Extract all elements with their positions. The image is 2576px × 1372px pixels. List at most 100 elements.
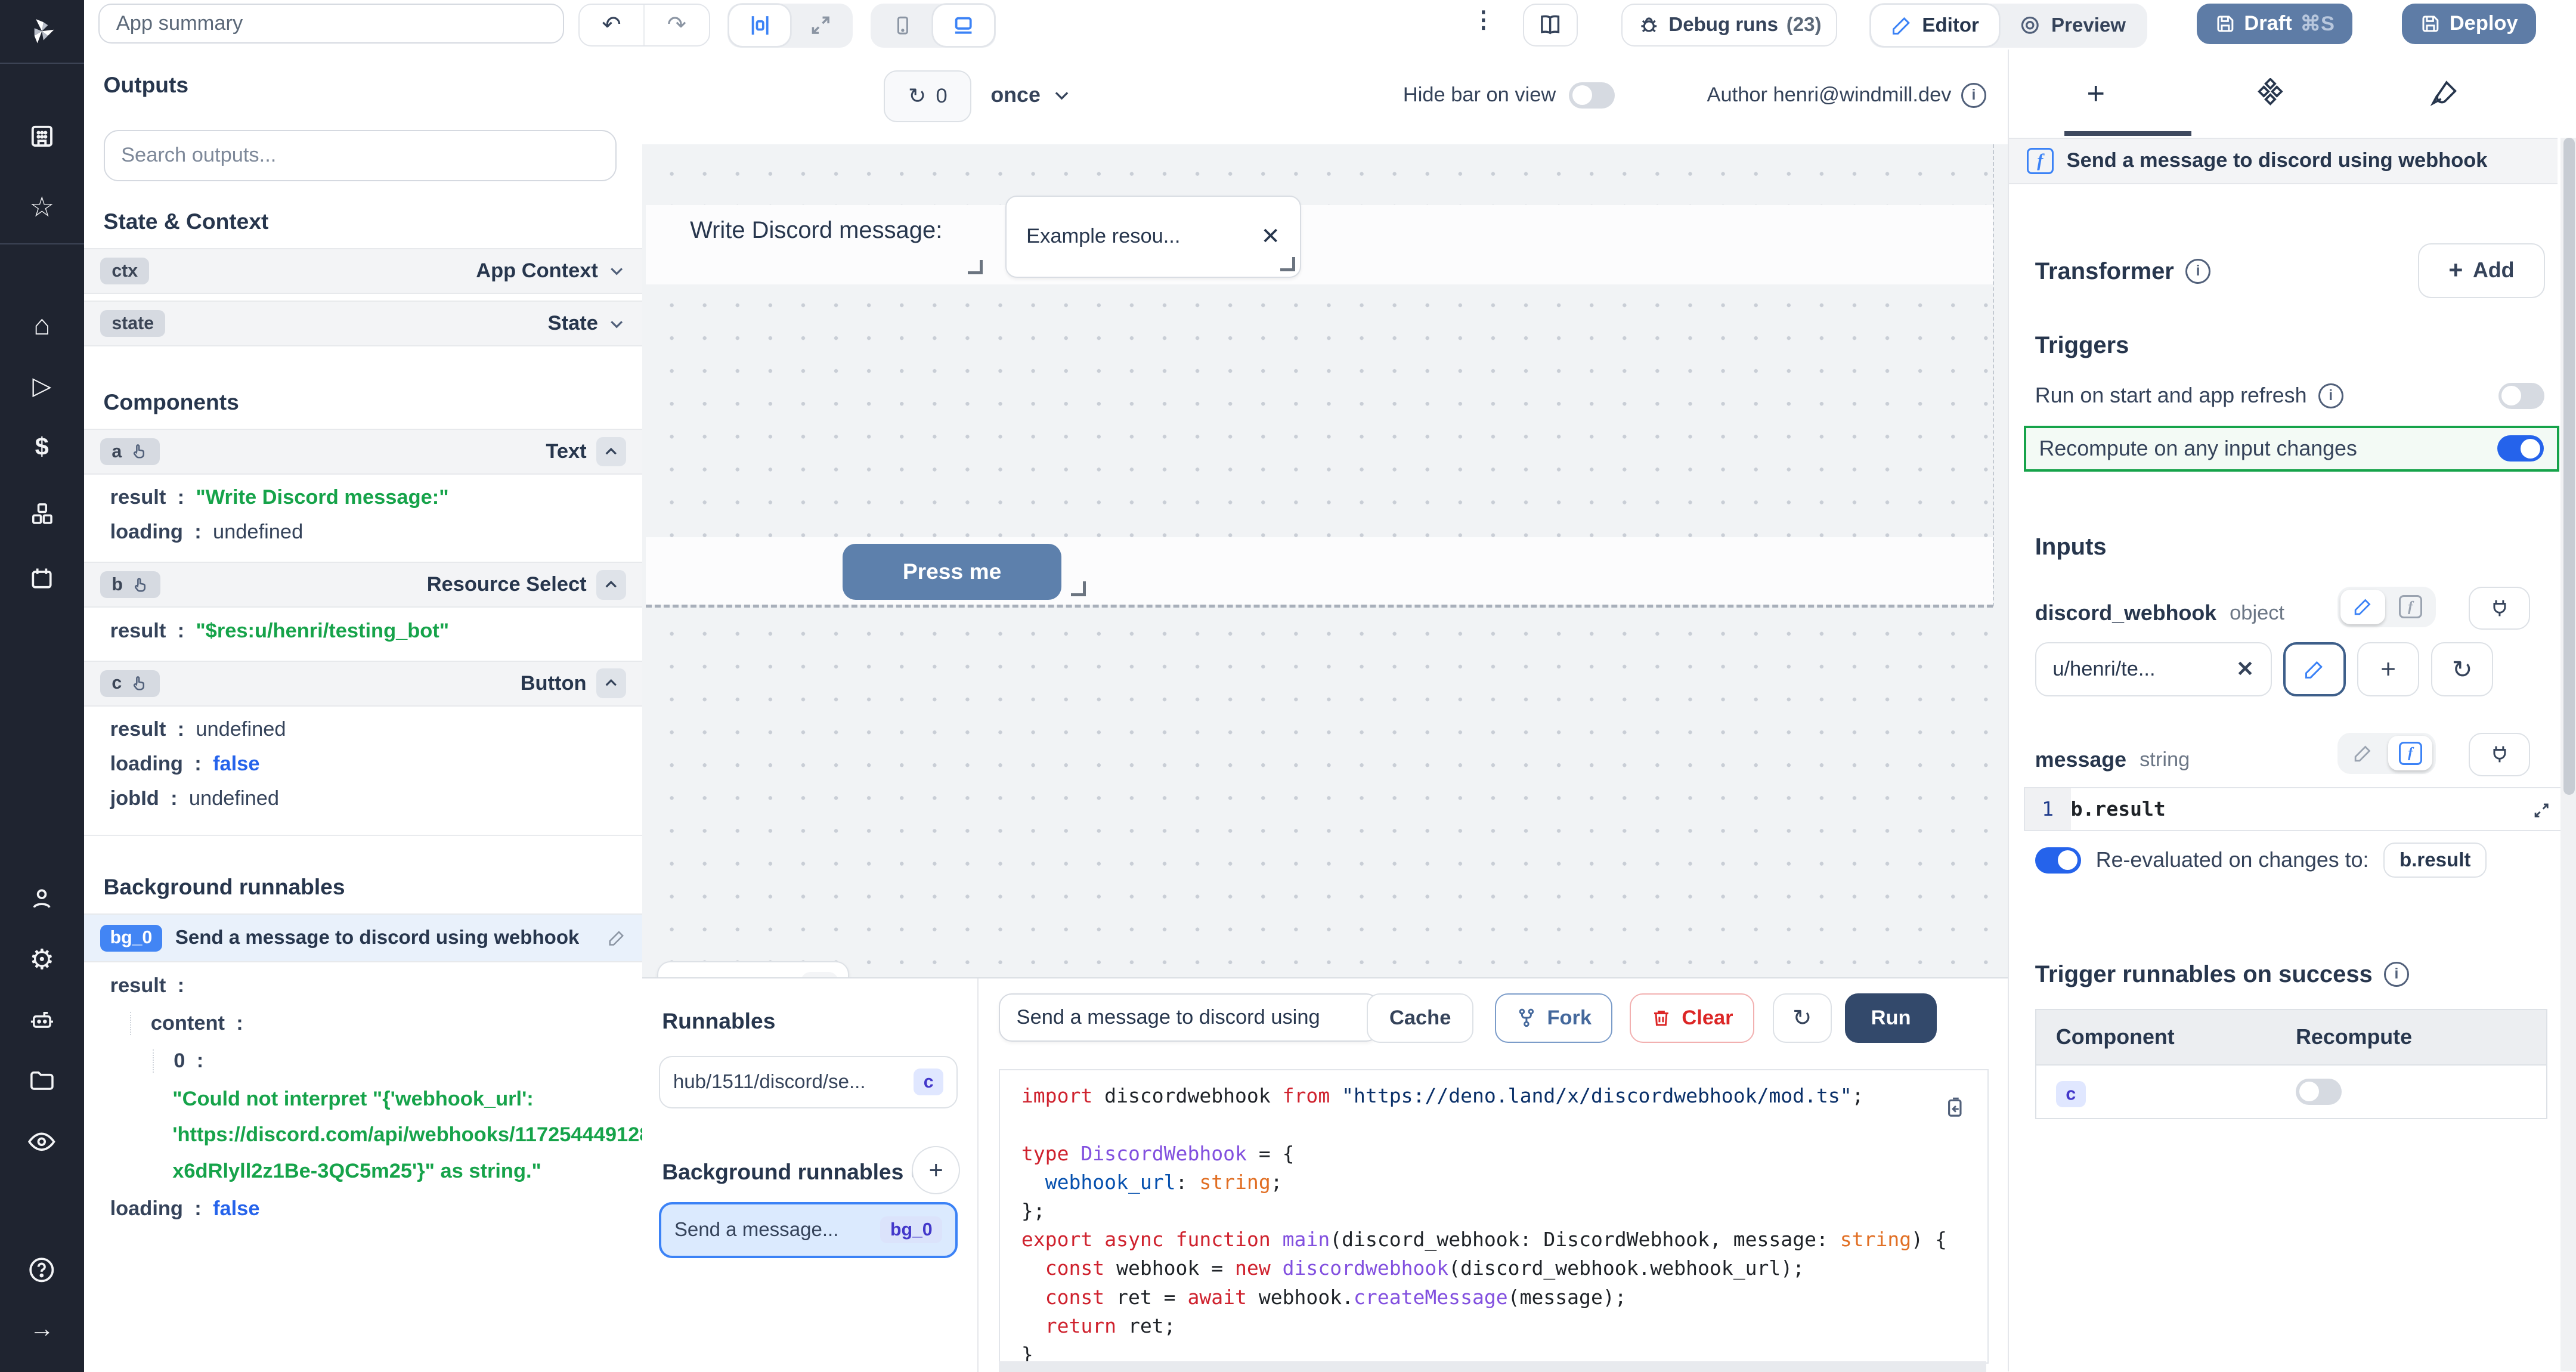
right-scrollbar-track[interactable]	[2560, 138, 2576, 1371]
editor-preview-tabs: Editor Preview	[1869, 4, 2147, 48]
recompute-toggle[interactable]	[2497, 435, 2543, 462]
draft-button[interactable]: Draft⌘S	[2197, 4, 2353, 45]
resize-handle[interactable]	[1280, 257, 1295, 271]
resize-handle[interactable]	[1071, 581, 1085, 596]
settings-gear-icon[interactable]: ⚙	[0, 938, 84, 981]
tab-settings-active[interactable]	[2183, 78, 2357, 109]
run-button[interactable]: Run	[1845, 993, 1937, 1043]
mobile-view-button[interactable]	[872, 5, 933, 46]
schedules-calendar-icon[interactable]	[0, 557, 84, 600]
recompute-c-toggle[interactable]	[2296, 1079, 2342, 1105]
collapse-arrow-icon[interactable]: →	[0, 1308, 84, 1351]
refresh-count-button[interactable]: ↻0	[884, 70, 971, 122]
add-resource-button[interactable]: +	[2357, 642, 2420, 696]
collapse-chevron-up[interactable]	[596, 437, 626, 467]
resources-cubes-icon[interactable]	[0, 493, 84, 536]
help-question-icon[interactable]	[0, 1249, 84, 1292]
tab-styling[interactable]	[2357, 79, 2531, 109]
inputs-title: Inputs	[2035, 534, 2107, 560]
folders-icon[interactable]	[0, 1060, 84, 1102]
search-outputs-input[interactable]: Search outputs...	[104, 130, 617, 182]
info-icon[interactable]: i	[1961, 83, 1986, 108]
code-editor[interactable]: import discordwebhook from "https://deno…	[999, 1069, 1989, 1364]
resize-handle[interactable]	[968, 260, 982, 274]
runnable-name-input[interactable]: Send a message to discord using	[999, 993, 1379, 1042]
undo-button[interactable]: ↶	[580, 5, 645, 46]
component-row-b[interactable]: b Resource Select	[84, 562, 643, 608]
collapse-chevron-up[interactable]	[596, 668, 626, 698]
tab-preview[interactable]: Preview	[1999, 5, 2145, 46]
deploy-button[interactable]: Deploy	[2402, 4, 2536, 45]
reevaluated-dep-chip[interactable]: b.result	[2383, 843, 2487, 878]
info-icon[interactable]: i	[2318, 383, 2343, 408]
workspace-icon[interactable]	[0, 115, 84, 158]
center-layout-button[interactable]	[729, 5, 790, 46]
edit-pencil-icon[interactable]	[608, 929, 626, 947]
connect-plug-icon[interactable]	[2469, 587, 2530, 630]
resource-picker[interactable]: u/henri/te... ✕	[2035, 642, 2272, 696]
variables-dollar-icon[interactable]: $	[0, 426, 84, 469]
press-me-button[interactable]: Press me	[843, 544, 1061, 600]
clear-button[interactable]: Clear	[1630, 993, 1754, 1043]
connect-plug-icon[interactable]	[2469, 733, 2530, 776]
bg0-result-kv: result:	[110, 974, 196, 998]
clear-x-icon[interactable]: ✕	[2236, 657, 2254, 682]
home-icon[interactable]: ⌂	[0, 304, 84, 347]
desktop-view-button[interactable]	[933, 5, 994, 46]
tab-insert[interactable]: +	[2009, 76, 2183, 112]
eval-mode-f-icon[interactable]: f	[2388, 736, 2432, 770]
message-expr-editor[interactable]: 1 b.result	[2024, 787, 2563, 831]
kebab-menu-icon[interactable]: ⋮	[1472, 7, 1496, 33]
fullscreen-button[interactable]	[790, 5, 851, 46]
discord-webhook-label: discord_webhook object	[2035, 601, 2284, 625]
info-icon[interactable]: i	[2185, 259, 2210, 284]
zoom-in-button[interactable]: +	[801, 972, 838, 978]
static-mode-pencil-icon[interactable]	[2340, 590, 2385, 624]
runnable-item-c[interactable]: hub/1511/discord/se... c	[659, 1056, 958, 1108]
expand-editor-icon[interactable]	[2524, 792, 2560, 829]
runnable-item-bg0-selected[interactable]: Send a message... bg_0	[659, 1202, 958, 1258]
edit-resource-pencil-button[interactable]	[2283, 642, 2346, 696]
static-mode-pencil-icon[interactable]	[2340, 736, 2385, 770]
clear-x-icon[interactable]: ✕	[1261, 223, 1280, 250]
refresh-button[interactable]: ↻	[1773, 993, 1832, 1043]
refresh-resource-button[interactable]: ↻	[2431, 642, 2494, 696]
chevron-down-icon	[1052, 85, 1072, 105]
redo-button[interactable]: ↷	[645, 5, 708, 46]
undo-redo-group: ↶ ↷	[578, 4, 710, 47]
users-person-icon[interactable]	[0, 877, 84, 920]
docs-book-button[interactable]	[1523, 4, 1578, 47]
app-summary-input[interactable]: App summary	[98, 4, 564, 44]
run-mode-select[interactable]: once	[990, 70, 1072, 120]
tab-editor[interactable]: Editor	[1871, 5, 1999, 46]
audit-eye-icon[interactable]	[0, 1120, 84, 1163]
reevaluated-toggle[interactable]	[2035, 847, 2081, 874]
workers-robot-icon[interactable]	[0, 999, 84, 1042]
copy-code-icon[interactable]	[1935, 1088, 1974, 1128]
component-row-a[interactable]: a Text	[84, 429, 643, 475]
add-background-runnable-button[interactable]: +	[912, 1146, 960, 1194]
info-icon[interactable]: i	[2384, 962, 2409, 987]
code-hscrollbar[interactable]	[999, 1361, 1986, 1371]
resource-select-component[interactable]: Example resou... ✕	[1005, 196, 1301, 278]
component-row-c[interactable]: c Button	[84, 661, 643, 707]
runs-play-icon[interactable]: ▷	[0, 365, 84, 408]
favorites-star-icon[interactable]: ☆	[0, 185, 84, 228]
hide-bar-toggle[interactable]	[1569, 82, 1615, 109]
zoom-out-button[interactable]: −	[668, 973, 702, 977]
text-component[interactable]: Write Discord message:	[690, 212, 986, 277]
add-transformer-button[interactable]: +Add	[2418, 243, 2545, 298]
fork-button[interactable]: Fork	[1495, 993, 1612, 1043]
output-row-state[interactable]: state State	[84, 301, 643, 346]
collapse-chevron-up[interactable]	[596, 570, 626, 600]
bg0-row[interactable]: bg_0 Send a message to discord using web…	[84, 913, 643, 963]
eval-mode-f-icon[interactable]: f	[2388, 590, 2432, 624]
app-canvas[interactable]: Write Discord message: Example resou... …	[642, 144, 2007, 977]
pointer-hand-icon	[131, 576, 149, 594]
right-scrollbar-thumb[interactable]	[2563, 138, 2575, 795]
run-on-start-toggle[interactable]	[2498, 383, 2544, 409]
debug-runs-button[interactable]: Debug runs(23)	[1621, 4, 1837, 47]
cache-button[interactable]: Cache	[1367, 993, 1473, 1043]
windmill-logo[interactable]	[0, 10, 84, 53]
output-row-ctx[interactable]: ctx App Context	[84, 248, 643, 294]
